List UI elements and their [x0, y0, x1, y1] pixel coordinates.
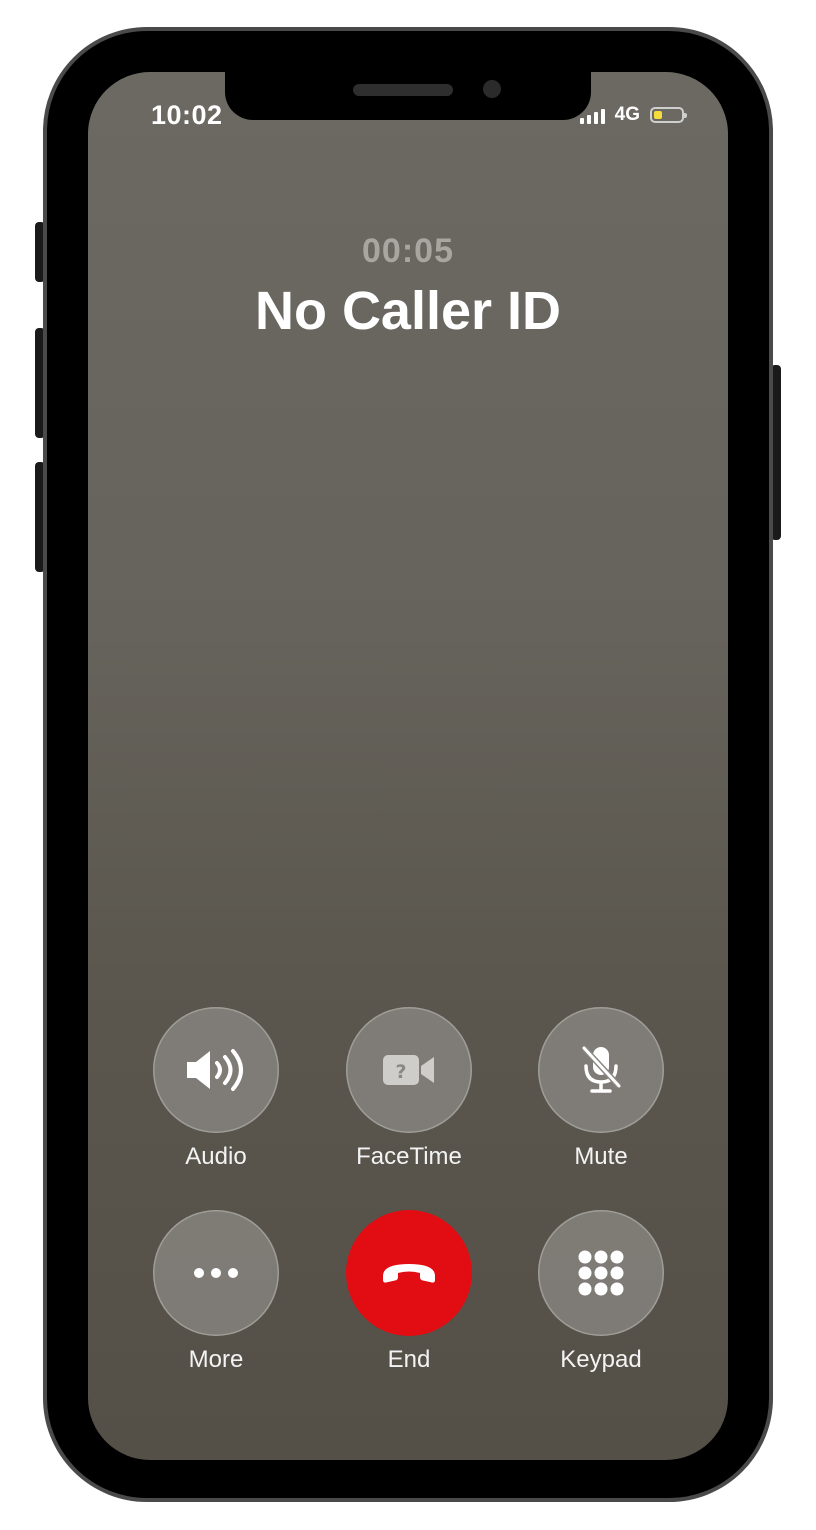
earpiece-speaker [353, 84, 453, 96]
network-type: 4G [614, 104, 640, 125]
status-indicators: 4G [579, 104, 687, 126]
signal-icon [579, 106, 605, 124]
facetime-control: ? FaceTime [319, 1007, 499, 1171]
more-control: More [126, 1210, 306, 1374]
facetime-label: FaceTime [356, 1143, 462, 1170]
audio-label: Audio [185, 1143, 247, 1170]
audio-control: Audio [126, 1007, 306, 1171]
mute-label: Mute [574, 1143, 628, 1170]
battery-tip [684, 113, 687, 118]
end-label: End [387, 1346, 431, 1373]
battery-icon [650, 107, 687, 123]
end-control: End [319, 1210, 499, 1374]
caller-name: No Caller ID [254, 281, 562, 341]
keypad-button[interactable] [538, 1210, 664, 1336]
call-screen: 10:02 4G 00:05 No Caller ID Audio ? Face… [88, 72, 728, 1460]
more-label: More [188, 1346, 244, 1373]
status-time: 10:02 [151, 100, 223, 130]
more-button[interactable] [153, 1210, 279, 1336]
end-call-icon [383, 1264, 435, 1283]
audio-button[interactable] [153, 1007, 279, 1133]
battery-fill [654, 111, 662, 119]
mute-button[interactable] [538, 1007, 664, 1133]
call-timer: 00:05 [362, 232, 454, 270]
end-call-button[interactable] [346, 1210, 472, 1336]
keypad-label: Keypad [560, 1346, 642, 1373]
front-camera [483, 80, 501, 98]
keypad-control: Keypad [511, 1210, 691, 1374]
svg-text:?: ? [395, 1061, 406, 1083]
notch [225, 72, 591, 120]
facetime-icon: ? [383, 1055, 434, 1085]
mic-off-icon [581, 1045, 622, 1093]
keypad-icon [578, 1250, 624, 1296]
facetime-button[interactable]: ? [346, 1007, 472, 1133]
speaker-icon [187, 1049, 243, 1091]
ellipsis-icon [194, 1268, 238, 1278]
mute-control: Mute [511, 1007, 691, 1171]
